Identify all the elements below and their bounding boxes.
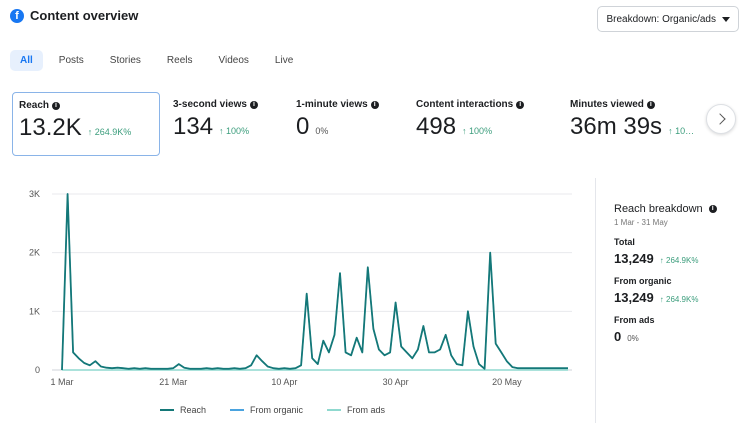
breakdown-select[interactable]: Breakdown: Organic/ads	[597, 6, 739, 32]
tab-reels[interactable]: Reels	[157, 50, 203, 71]
legend-label: Reach	[180, 405, 207, 415]
tab-all[interactable]: All	[10, 50, 43, 71]
metric-card-1-minute-views[interactable]: 1-minute views 0 0%	[290, 92, 408, 156]
next-metrics-button[interactable]	[706, 104, 736, 134]
info-icon[interactable]	[249, 100, 258, 109]
metric-value: 498	[416, 113, 457, 140]
metric-delta: ↑ 264.9K%	[87, 127, 132, 137]
legend-swatch	[160, 409, 174, 411]
breakdown-delta: ↑ 264.9K%	[659, 295, 699, 304]
metric-value: 134	[173, 113, 214, 140]
x-tick-label: 1 Mar	[50, 377, 73, 387]
y-tick-label: 1K	[29, 306, 40, 316]
tab-live[interactable]: Live	[265, 50, 303, 71]
info-icon[interactable]	[52, 101, 61, 110]
legend-swatch	[327, 409, 342, 411]
breakdown-delta: ↑ 264.9K%	[659, 256, 699, 265]
legend-item-reach[interactable]: Reach	[160, 405, 206, 415]
chart-legend: Reach From organic From ads	[160, 405, 385, 415]
metric-card-reach[interactable]: Reach 13.2K ↑ 264.9K%	[12, 92, 160, 156]
y-tick-label: 0	[35, 365, 40, 375]
metric-delta: ↑ 100%	[219, 126, 250, 136]
legend-swatch	[230, 409, 245, 411]
content-overview-header: f Content overview	[10, 8, 138, 23]
reach-breakdown-panel: Reach breakdown 1 Mar - 31 May Total 13,…	[614, 203, 744, 344]
date-range: 1 Mar - 31 May	[614, 218, 668, 227]
reach-line-chart[interactable]: 0 1K 2K 3K 1 Mar 21 Mar 10 Apr 30 Apr 20 May	[0, 175, 590, 425]
x-tick-label: 30 Apr	[383, 377, 409, 387]
legend-item-from-organic[interactable]: From organic	[230, 405, 303, 415]
metric-value: 0	[296, 113, 310, 140]
breakdown-value: 13,249	[614, 251, 654, 266]
breakdown-item-from-ads: From ads 0 0%	[614, 315, 744, 344]
metric-value: 13.2K	[19, 114, 82, 141]
tab-posts[interactable]: Posts	[49, 50, 94, 71]
metric-delta: ↑ 100%	[462, 126, 493, 136]
x-tick-label: 10 Apr	[271, 377, 297, 387]
breakdown-item-from-organic: From organic 13,249 ↑ 264.9K%	[614, 276, 744, 305]
metric-card-3-second-views[interactable]: 3-second views 134 ↑ 100%	[167, 92, 287, 156]
x-tick-label: 21 Mar	[159, 377, 187, 387]
chevron-down-icon	[722, 16, 730, 22]
y-tick-label: 2K	[29, 248, 40, 258]
x-tick-label: 20 May	[492, 377, 522, 387]
y-tick-label: 3K	[29, 189, 40, 199]
metric-label: Reach	[19, 100, 50, 111]
breakdown-label: From ads	[614, 315, 655, 325]
metric-label: 3-second views	[173, 99, 247, 110]
series-line-reach	[61, 193, 568, 371]
metric-card-minutes-viewed[interactable]: Minutes viewed 36m 39s ↑ 10…	[564, 92, 714, 156]
metric-cards: Reach 13.2K ↑ 264.9K% 3-second views 134 ↑…	[12, 92, 740, 156]
chevron-right-icon	[713, 113, 726, 125]
metric-card-content-interactions[interactable]: Content interactions 498 ↑ 100%	[410, 92, 560, 156]
info-icon[interactable]	[516, 100, 525, 109]
info-icon[interactable]	[646, 100, 655, 109]
info-icon[interactable]	[370, 100, 379, 109]
metric-label: Content interactions	[416, 99, 514, 110]
facebook-icon: f	[10, 8, 24, 23]
metric-delta: ↑ 10…	[668, 126, 695, 136]
breakdown-select-label: Breakdown: Organic/ads	[606, 13, 716, 25]
metric-label: 1-minute views	[296, 99, 368, 110]
breakdown-label: From organic	[614, 276, 672, 286]
breakdown-value: 0	[614, 329, 622, 344]
page-title: Content overview	[30, 8, 139, 23]
panel-divider	[595, 178, 596, 423]
content-tabs: All Posts Stories Reels Videos Live	[10, 50, 309, 71]
metric-value: 36m 39s	[570, 113, 663, 140]
breakdown-label: Total	[614, 237, 635, 247]
reach-breakdown-title: Reach breakdown	[614, 203, 703, 215]
breakdown-value: 13,249	[614, 290, 654, 305]
legend-item-from-ads[interactable]: From ads	[327, 405, 385, 415]
metric-label: Minutes viewed	[570, 99, 644, 110]
breakdown-delta: 0%	[627, 334, 639, 343]
legend-label: From organic	[250, 405, 304, 415]
breakdown-item-total: Total 13,249 ↑ 264.9K%	[614, 237, 744, 266]
legend-label: From ads	[347, 405, 386, 415]
metric-delta: 0%	[315, 126, 329, 136]
tab-videos[interactable]: Videos	[209, 50, 259, 71]
tab-stories[interactable]: Stories	[100, 50, 151, 71]
info-icon[interactable]	[708, 204, 717, 213]
